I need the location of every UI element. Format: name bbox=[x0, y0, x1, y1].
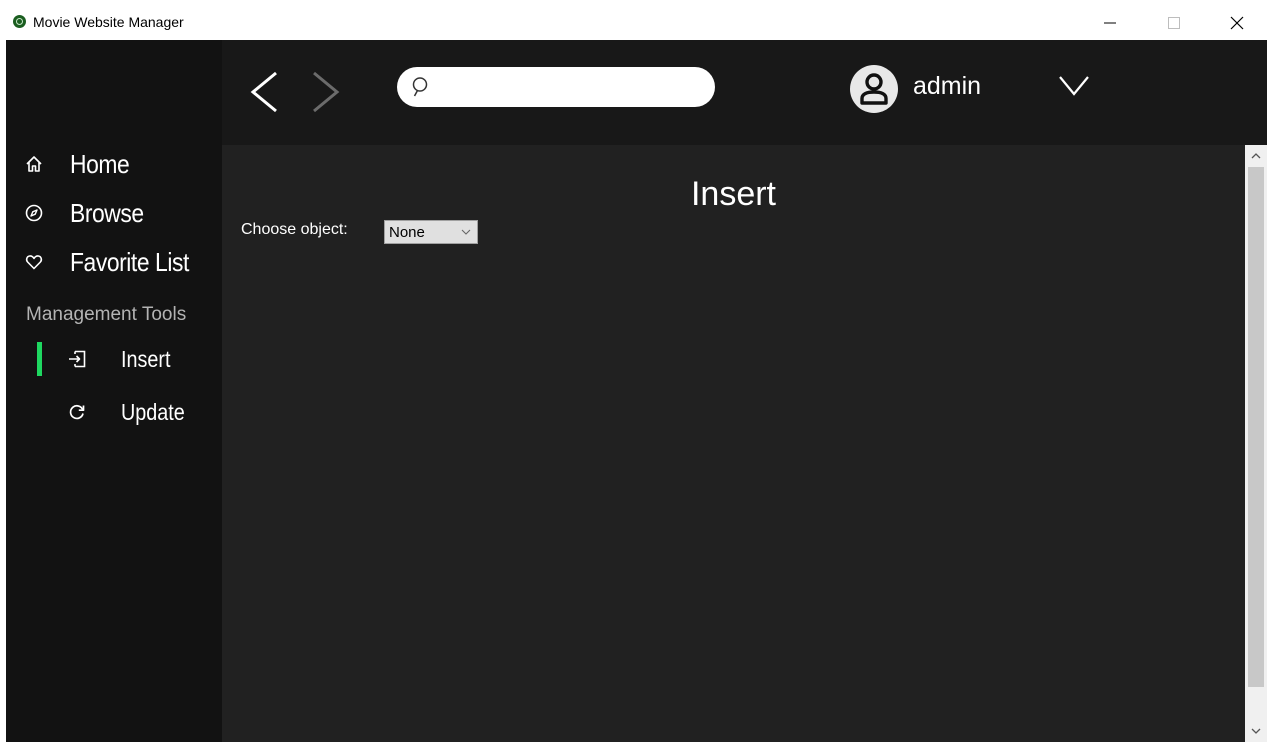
search-input[interactable] bbox=[439, 73, 699, 101]
sidebar: Home Browse Favorite List Management Too… bbox=[6, 40, 222, 742]
minimize-icon bbox=[1104, 22, 1116, 24]
chevron-left-icon bbox=[250, 71, 277, 113]
search-icon bbox=[412, 77, 428, 97]
forward-button[interactable] bbox=[308, 70, 344, 114]
sidebar-item-update[interactable]: Update bbox=[6, 392, 222, 432]
user-avatar[interactable] bbox=[850, 65, 898, 113]
chevron-down-icon bbox=[461, 229, 471, 235]
window-titlebar: Movie Website Manager bbox=[0, 0, 1267, 40]
sidebar-item-home[interactable]: Home bbox=[6, 144, 222, 184]
search-bar[interactable] bbox=[397, 67, 715, 107]
top-bar: admin bbox=[222, 40, 1267, 145]
window-title: Movie Website Manager bbox=[33, 14, 184, 30]
sidebar-item-label: Update bbox=[121, 398, 185, 425]
chevron-right-icon bbox=[313, 71, 340, 113]
minimize-button[interactable] bbox=[1087, 8, 1133, 38]
maximize-icon bbox=[1168, 17, 1180, 29]
close-button[interactable] bbox=[1214, 8, 1260, 38]
close-icon bbox=[1230, 16, 1244, 30]
object-select-value: None bbox=[389, 224, 425, 241]
compass-icon bbox=[24, 203, 44, 223]
app-logo-icon bbox=[13, 15, 26, 28]
scroll-down-button[interactable] bbox=[1245, 720, 1267, 742]
back-button[interactable] bbox=[248, 70, 284, 114]
heart-icon bbox=[24, 252, 44, 272]
object-select[interactable]: None bbox=[384, 220, 478, 244]
username: admin bbox=[913, 72, 982, 100]
scroll-up-button[interactable] bbox=[1245, 145, 1267, 167]
home-icon bbox=[24, 154, 44, 174]
insert-icon bbox=[66, 348, 88, 370]
sidebar-item-label: Insert bbox=[121, 345, 171, 372]
chevron-down-icon bbox=[1251, 728, 1261, 734]
user-avatar-icon bbox=[860, 73, 888, 105]
sidebar-item-label: Favorite List bbox=[70, 246, 189, 277]
chevron-up-icon bbox=[1251, 153, 1261, 159]
sidebar-item-browse[interactable]: Browse bbox=[6, 193, 222, 233]
vertical-scrollbar[interactable] bbox=[1245, 145, 1267, 742]
scroll-thumb[interactable] bbox=[1248, 167, 1264, 687]
choose-object-label: Choose object: bbox=[241, 221, 348, 238]
user-menu-button[interactable] bbox=[1058, 74, 1090, 98]
maximize-button[interactable] bbox=[1151, 8, 1197, 38]
sidebar-item-label: Home bbox=[70, 148, 130, 179]
refresh-icon bbox=[66, 401, 88, 423]
sidebar-item-insert[interactable]: Insert bbox=[6, 339, 222, 379]
chevron-down-icon bbox=[1059, 76, 1089, 96]
active-indicator bbox=[37, 342, 42, 376]
page-title-wrap: Insert bbox=[222, 175, 1245, 214]
sidebar-item-favorite-list[interactable]: Favorite List bbox=[6, 242, 222, 282]
management-tools-heading: Management Tools bbox=[26, 304, 187, 325]
sidebar-item-label: Browse bbox=[70, 197, 144, 228]
page-title: Insert bbox=[690, 175, 777, 213]
main-content: Insert Choose object: None bbox=[222, 145, 1245, 742]
